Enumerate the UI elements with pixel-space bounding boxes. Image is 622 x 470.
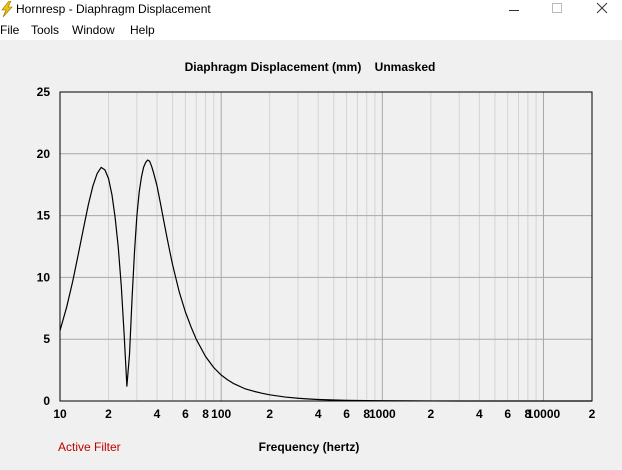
x-axis-ticks: 10 2 4 6 8 100 2 4 6 81000 2 4 6 810000 2 — [53, 407, 595, 421]
maximize-icon — [552, 3, 562, 13]
x-tick-label: 6 — [343, 407, 350, 421]
x-tick-label: 4 — [476, 407, 483, 421]
maximize-button[interactable] — [534, 0, 580, 20]
x-tick-label: 2 — [266, 407, 273, 421]
series — [59, 159, 592, 402]
plot-frame — [59, 91, 593, 402]
grid — [60, 92, 592, 401]
x-tick-label: 2 — [589, 407, 596, 421]
chart-title: Diaphragm Displacement (mm) Unmasked — [185, 60, 436, 74]
y-tick-label: 0 — [43, 394, 50, 408]
x-tick-label: 6 — [182, 407, 189, 421]
y-tick-label: 10 — [37, 270, 51, 284]
menu-file[interactable]: File — [0, 23, 19, 37]
x-tick-label: 8 — [202, 407, 209, 421]
x-axis-label: Frequency (hertz) — [259, 440, 360, 454]
y-tick-label: 15 — [37, 209, 51, 223]
x-tick-label: 2 — [427, 407, 434, 421]
x-tick-label: 100 — [211, 407, 231, 421]
title-bar[interactable]: Hornresp - Diaphragm Displacement — [0, 0, 622, 20]
y-tick-label: 5 — [43, 332, 50, 346]
x-tick-label: 2 — [105, 407, 112, 421]
plot-area: Diaphragm Displacement (mm) Unmasked 25 2… — [0, 40, 622, 470]
series-line-displacement — [59, 159, 592, 402]
x-tick-label: 4 — [154, 407, 161, 421]
menu-tools[interactable]: Tools — [31, 23, 59, 37]
y-axis-ticks: 25 20 15 10 5 0 — [37, 85, 51, 408]
window-title: Hornresp - Diaphragm Displacement — [16, 2, 211, 16]
x-tick-label: 6 — [504, 407, 511, 421]
close-button[interactable] — [578, 0, 622, 20]
y-tick-label: 20 — [37, 147, 51, 161]
close-icon — [596, 2, 608, 14]
x-tick-label: 10000 — [527, 407, 561, 421]
menu-help[interactable]: Help — [130, 23, 155, 37]
menu-bar: File Tools Window Help — [0, 20, 622, 40]
minimize-icon — [509, 10, 519, 11]
x-tick-label: 10 — [53, 407, 67, 421]
main-window: Hornresp - Diaphragm Displacement File T… — [0, 0, 622, 470]
y-tick-label: 25 — [37, 85, 51, 99]
minimize-button[interactable] — [491, 0, 537, 20]
displacement-chart[interactable]: Diaphragm Displacement (mm) Unmasked 252… — [0, 40, 622, 470]
menu-window[interactable]: Window — [72, 23, 115, 37]
lightning-bolt-icon — [1, 1, 13, 17]
x-tick-label: 1000 — [369, 407, 396, 421]
x-tick-label: 4 — [315, 407, 322, 421]
active-filter-label[interactable]: Active Filter — [58, 440, 121, 454]
